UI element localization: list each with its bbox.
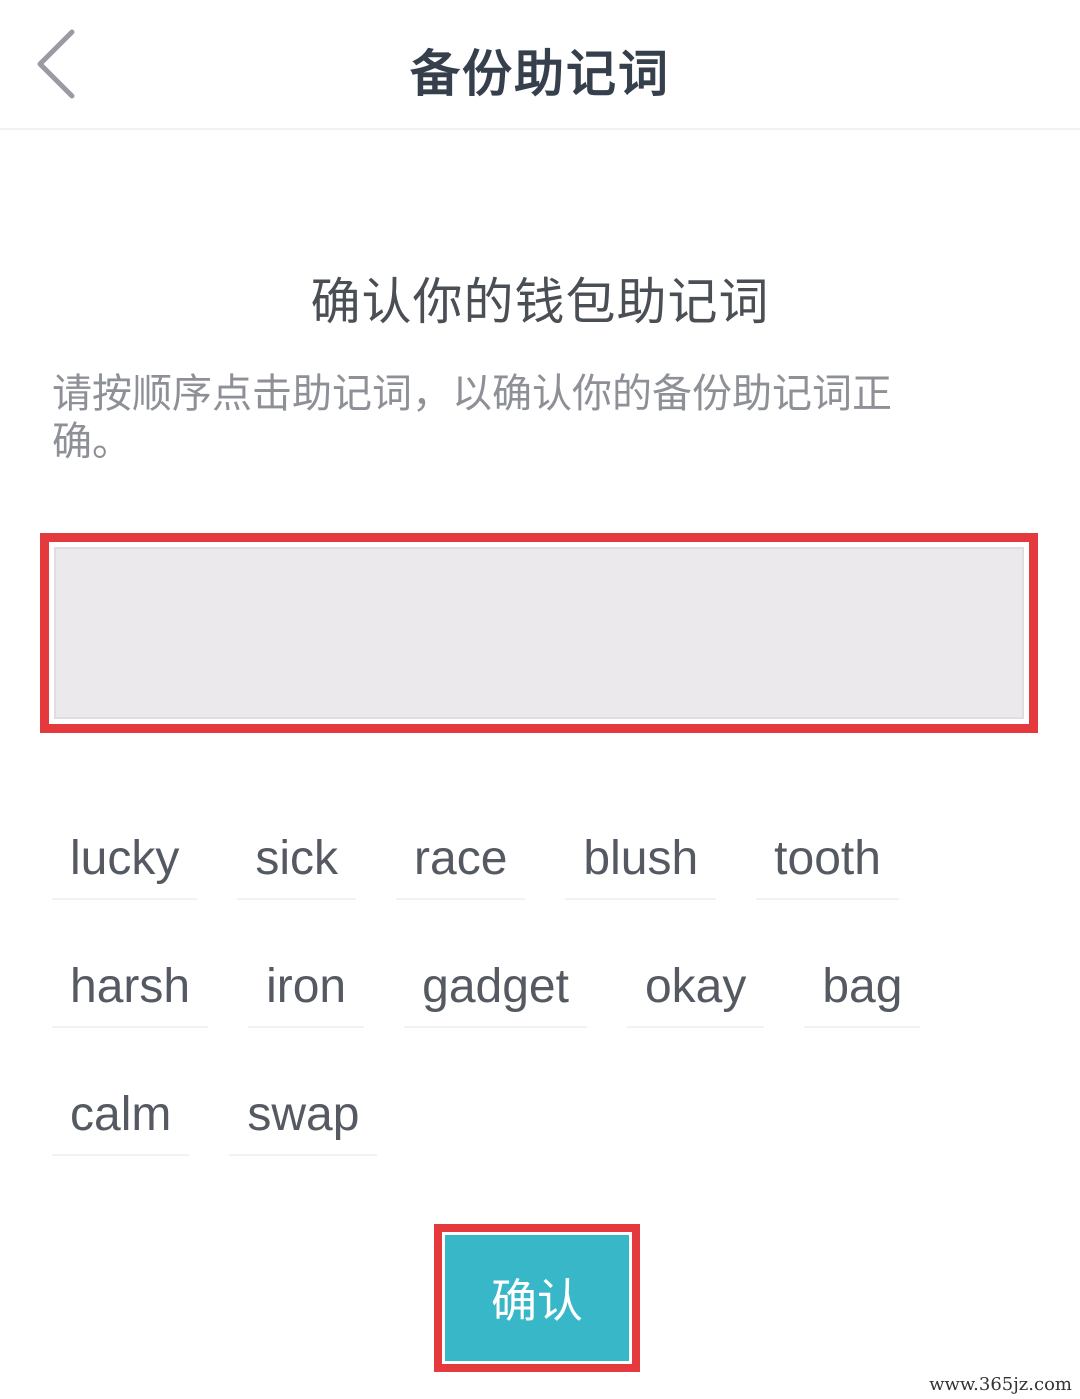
word-chip-list: lucky sick race blush tooth harsh iron g… [52,822,1012,1206]
word-row-1: lucky sick race blush tooth [52,822,1012,900]
page: 备份助记词 确认你的钱包助记词 请按顺序点击助记词，以确认你的备份助记词正 确。… [0,0,1080,1399]
instruction-text: 请按顺序点击助记词，以确认你的备份助记词正 确。 [52,370,972,466]
word-chip[interactable]: gadget [404,950,587,1028]
word-chip[interactable]: harsh [52,950,209,1028]
watermark: www.365jz.com [929,1374,1072,1395]
selected-words-container[interactable] [54,547,1024,719]
selected-words-area [40,533,1038,733]
word-chip[interactable]: lucky [52,822,198,900]
confirm-button-highlight: 确认 [434,1224,640,1372]
confirm-heading: 确认你的钱包助记词 [310,273,770,331]
word-row-2: harsh iron gadget okay bag [52,950,1012,1028]
word-chip[interactable]: race [396,822,526,900]
page-title: 备份助记词 [410,45,670,103]
instruction-line-1: 请按顺序点击助记词，以确认你的备份助记词正 [52,371,892,417]
navbar: 备份助记词 [0,0,1080,130]
word-chip[interactable]: bag [804,950,921,1028]
instruction-line-2: 确。 [52,419,132,465]
word-chip[interactable]: calm [52,1078,190,1156]
confirm-button[interactable]: 确认 [445,1235,629,1361]
word-chip[interactable]: okay [626,950,765,1028]
word-chip[interactable]: sick [237,822,357,900]
word-chip[interactable]: blush [565,822,717,900]
word-chip[interactable]: iron [248,950,365,1028]
word-chip[interactable]: tooth [756,822,899,900]
word-row-3: calm swap [52,1078,1012,1156]
word-chip[interactable]: swap [229,1078,378,1156]
